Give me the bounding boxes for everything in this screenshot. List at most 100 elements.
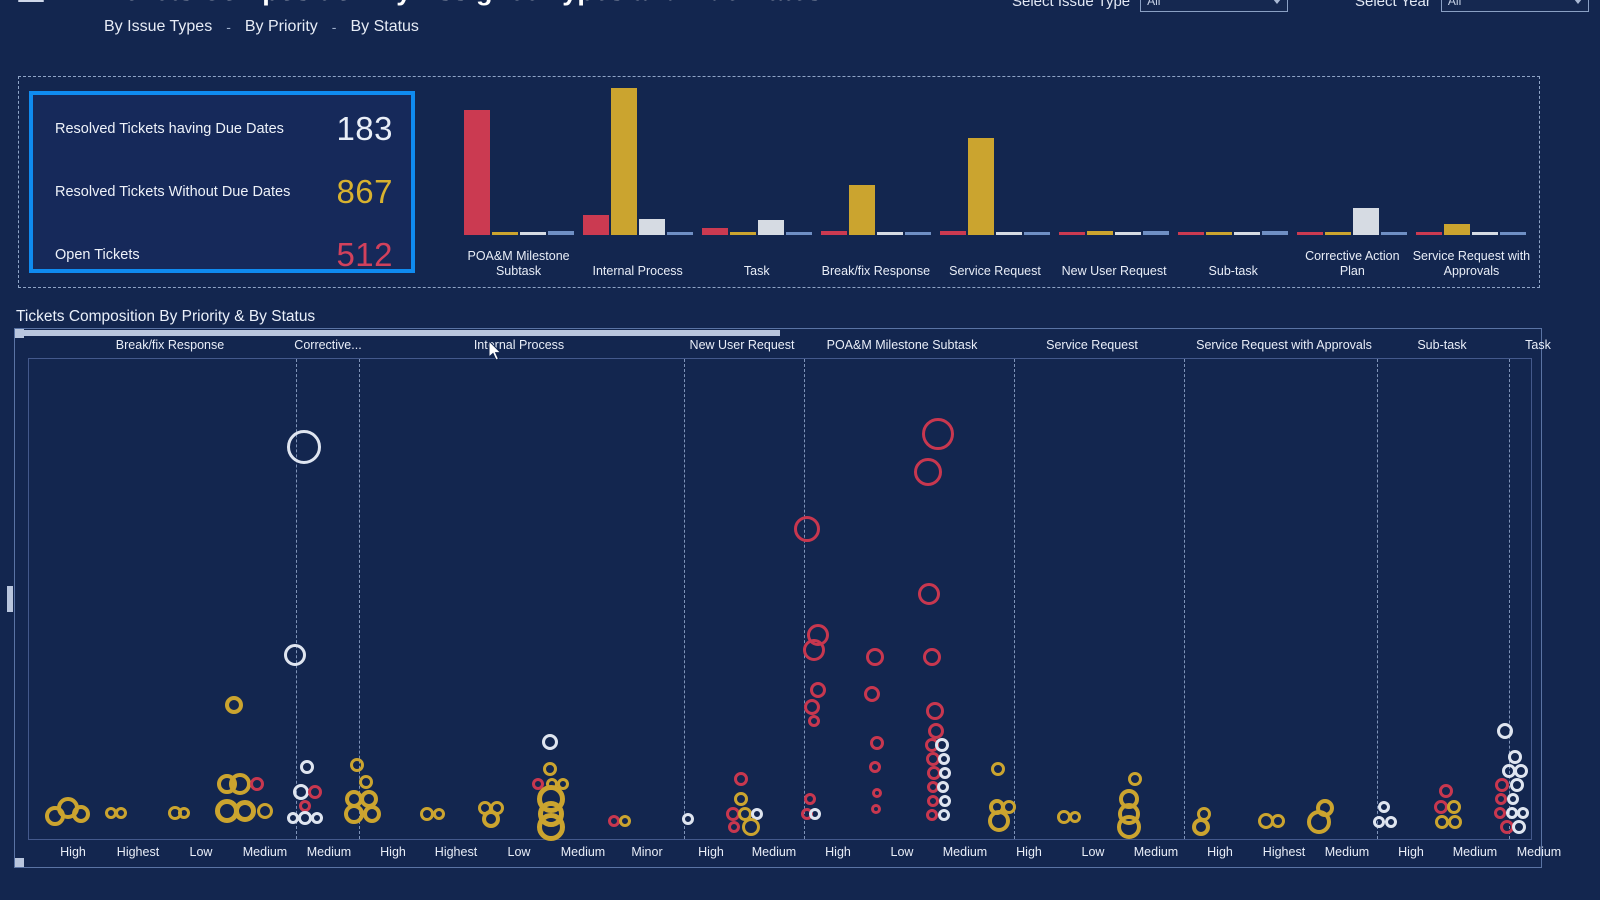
x-axis-tick-label[interactable]: Medium bbox=[1325, 845, 1369, 859]
scatter-bubble[interactable] bbox=[734, 792, 748, 806]
scatter-bubble[interactable] bbox=[682, 813, 694, 825]
bar-grey[interactable] bbox=[519, 232, 546, 235]
scatter-bubble[interactable] bbox=[804, 793, 816, 805]
x-axis-tick-label[interactable]: High bbox=[380, 845, 406, 859]
scatter-bubble[interactable] bbox=[250, 777, 264, 791]
scatter-bubble[interactable] bbox=[938, 753, 950, 765]
bar-gold[interactable] bbox=[1087, 231, 1114, 235]
scatter-column-header[interactable]: Break/fix Response bbox=[116, 338, 224, 352]
scatter-bubble[interactable] bbox=[1448, 815, 1462, 829]
bar-blue[interactable] bbox=[666, 232, 693, 235]
scatter-bubble[interactable] bbox=[1512, 820, 1526, 834]
scatter-bubble[interactable] bbox=[810, 682, 826, 698]
scatter-bubble[interactable] bbox=[1508, 750, 1522, 764]
bar-blue[interactable] bbox=[1381, 232, 1408, 235]
bar-red[interactable] bbox=[1416, 232, 1443, 235]
scatter-bubble[interactable] bbox=[1378, 801, 1390, 813]
bar-grey[interactable] bbox=[1115, 232, 1142, 235]
scatter-bubble[interactable] bbox=[350, 758, 364, 772]
scatter-bubble[interactable] bbox=[344, 804, 364, 824]
scatter-bubble[interactable] bbox=[935, 738, 949, 752]
scatter-bubble[interactable] bbox=[1507, 793, 1519, 805]
tab-by-status[interactable]: By Status bbox=[350, 18, 418, 36]
x-axis-tick-label[interactable]: Medium bbox=[307, 845, 351, 859]
x-axis-tick-label[interactable]: High bbox=[1016, 845, 1042, 859]
bar-group[interactable] bbox=[816, 85, 935, 235]
bar-gold[interactable] bbox=[1444, 223, 1471, 235]
scatter-bubble[interactable] bbox=[311, 812, 323, 824]
bar-grey[interactable] bbox=[876, 232, 903, 235]
bar-group[interactable] bbox=[459, 85, 578, 235]
scatter-bubble[interactable] bbox=[808, 715, 820, 727]
bar-red[interactable] bbox=[1059, 232, 1086, 235]
x-axis-tick-label[interactable]: Low bbox=[190, 845, 213, 859]
bar-gold[interactable] bbox=[610, 87, 637, 235]
scatter-bubble[interactable] bbox=[1434, 800, 1448, 814]
scatter-bubble[interactable] bbox=[926, 809, 938, 821]
scatter-bubble[interactable] bbox=[298, 811, 312, 825]
bar-grey[interactable] bbox=[638, 218, 665, 235]
scatter-bubble[interactable] bbox=[1517, 807, 1529, 819]
scatter-bubble[interactable] bbox=[991, 762, 1005, 776]
scatter-bubble[interactable] bbox=[928, 723, 944, 739]
bar-red[interactable] bbox=[820, 231, 847, 235]
scatter-bubble[interactable] bbox=[1385, 816, 1397, 828]
scatter-bubble[interactable] bbox=[45, 806, 65, 826]
scatter-bubble[interactable] bbox=[1497, 723, 1513, 739]
bar-grey[interactable] bbox=[995, 232, 1022, 235]
scatter-bubble[interactable] bbox=[922, 418, 954, 450]
scatter-bubble[interactable] bbox=[939, 795, 951, 807]
x-axis-tick-label[interactable]: Medium bbox=[943, 845, 987, 859]
scatter-bubble[interactable] bbox=[728, 821, 740, 833]
x-axis-tick-label[interactable]: Medium bbox=[1517, 845, 1561, 859]
x-axis-tick-label[interactable]: High bbox=[60, 845, 86, 859]
scatter-bubble[interactable] bbox=[938, 809, 950, 821]
x-axis-tick-label[interactable]: High bbox=[698, 845, 724, 859]
scatter-bubble[interactable] bbox=[872, 788, 882, 798]
bar-group[interactable] bbox=[1293, 85, 1412, 235]
scatter-bubble[interactable] bbox=[1069, 811, 1081, 823]
bar-gold[interactable] bbox=[491, 232, 518, 235]
bar-red[interactable] bbox=[1178, 232, 1205, 235]
bar-gold[interactable] bbox=[967, 137, 994, 235]
scatter-bubble[interactable] bbox=[923, 648, 941, 666]
scatter-plot-area[interactable] bbox=[28, 358, 1532, 841]
scatter-bubble[interactable] bbox=[433, 808, 445, 820]
scatter-bubble[interactable] bbox=[866, 648, 884, 666]
x-axis-tick-label[interactable]: Highest bbox=[435, 845, 477, 859]
scatter-bubble[interactable] bbox=[918, 583, 940, 605]
slicer-year-dropdown[interactable]: All bbox=[1440, 0, 1589, 12]
scatter-column-header[interactable]: Corrective... bbox=[294, 338, 361, 352]
scatter-bubble[interactable] bbox=[871, 804, 881, 814]
x-axis-tick-label[interactable]: Highest bbox=[117, 845, 159, 859]
x-axis-tick-label[interactable]: Low bbox=[508, 845, 531, 859]
x-axis-tick-label[interactable]: Medium bbox=[1453, 845, 1497, 859]
scatter-bubble[interactable] bbox=[1192, 818, 1210, 836]
scatter-bubble[interactable] bbox=[804, 699, 820, 715]
scatter-bubble[interactable] bbox=[287, 430, 321, 464]
bar-blue[interactable] bbox=[1500, 232, 1527, 235]
scatter-bubble[interactable] bbox=[870, 736, 884, 750]
scatter-bubble[interactable] bbox=[1117, 815, 1141, 839]
scatter-bubble[interactable] bbox=[115, 807, 127, 819]
bar-gold[interactable] bbox=[848, 185, 875, 235]
scatter-bubble[interactable] bbox=[1373, 816, 1385, 828]
scatter-bubble[interactable] bbox=[1495, 778, 1509, 792]
bar-grey[interactable] bbox=[1472, 232, 1499, 235]
vertical-scrollbar[interactable] bbox=[6, 336, 14, 864]
slicer-issue-type-dropdown[interactable]: All bbox=[1140, 0, 1289, 12]
x-axis-tick-label[interactable]: High bbox=[1398, 845, 1424, 859]
bar-blue[interactable] bbox=[1262, 231, 1289, 235]
scatter-bubble[interactable] bbox=[1271, 814, 1285, 828]
bar-red[interactable] bbox=[463, 110, 490, 235]
scatter-bubble[interactable] bbox=[178, 807, 190, 819]
bar-group[interactable] bbox=[578, 85, 697, 235]
scatter-bubble[interactable] bbox=[420, 807, 434, 821]
x-axis-tick-label[interactable]: Low bbox=[891, 845, 914, 859]
scatter-bubble[interactable] bbox=[1435, 815, 1449, 829]
scatter-bubble[interactable] bbox=[363, 805, 381, 823]
bar-red[interactable] bbox=[582, 215, 609, 235]
scatter-bubble[interactable] bbox=[543, 762, 557, 776]
bar-grey[interactable] bbox=[757, 220, 784, 235]
scatter-bubble[interactable] bbox=[988, 810, 1010, 832]
